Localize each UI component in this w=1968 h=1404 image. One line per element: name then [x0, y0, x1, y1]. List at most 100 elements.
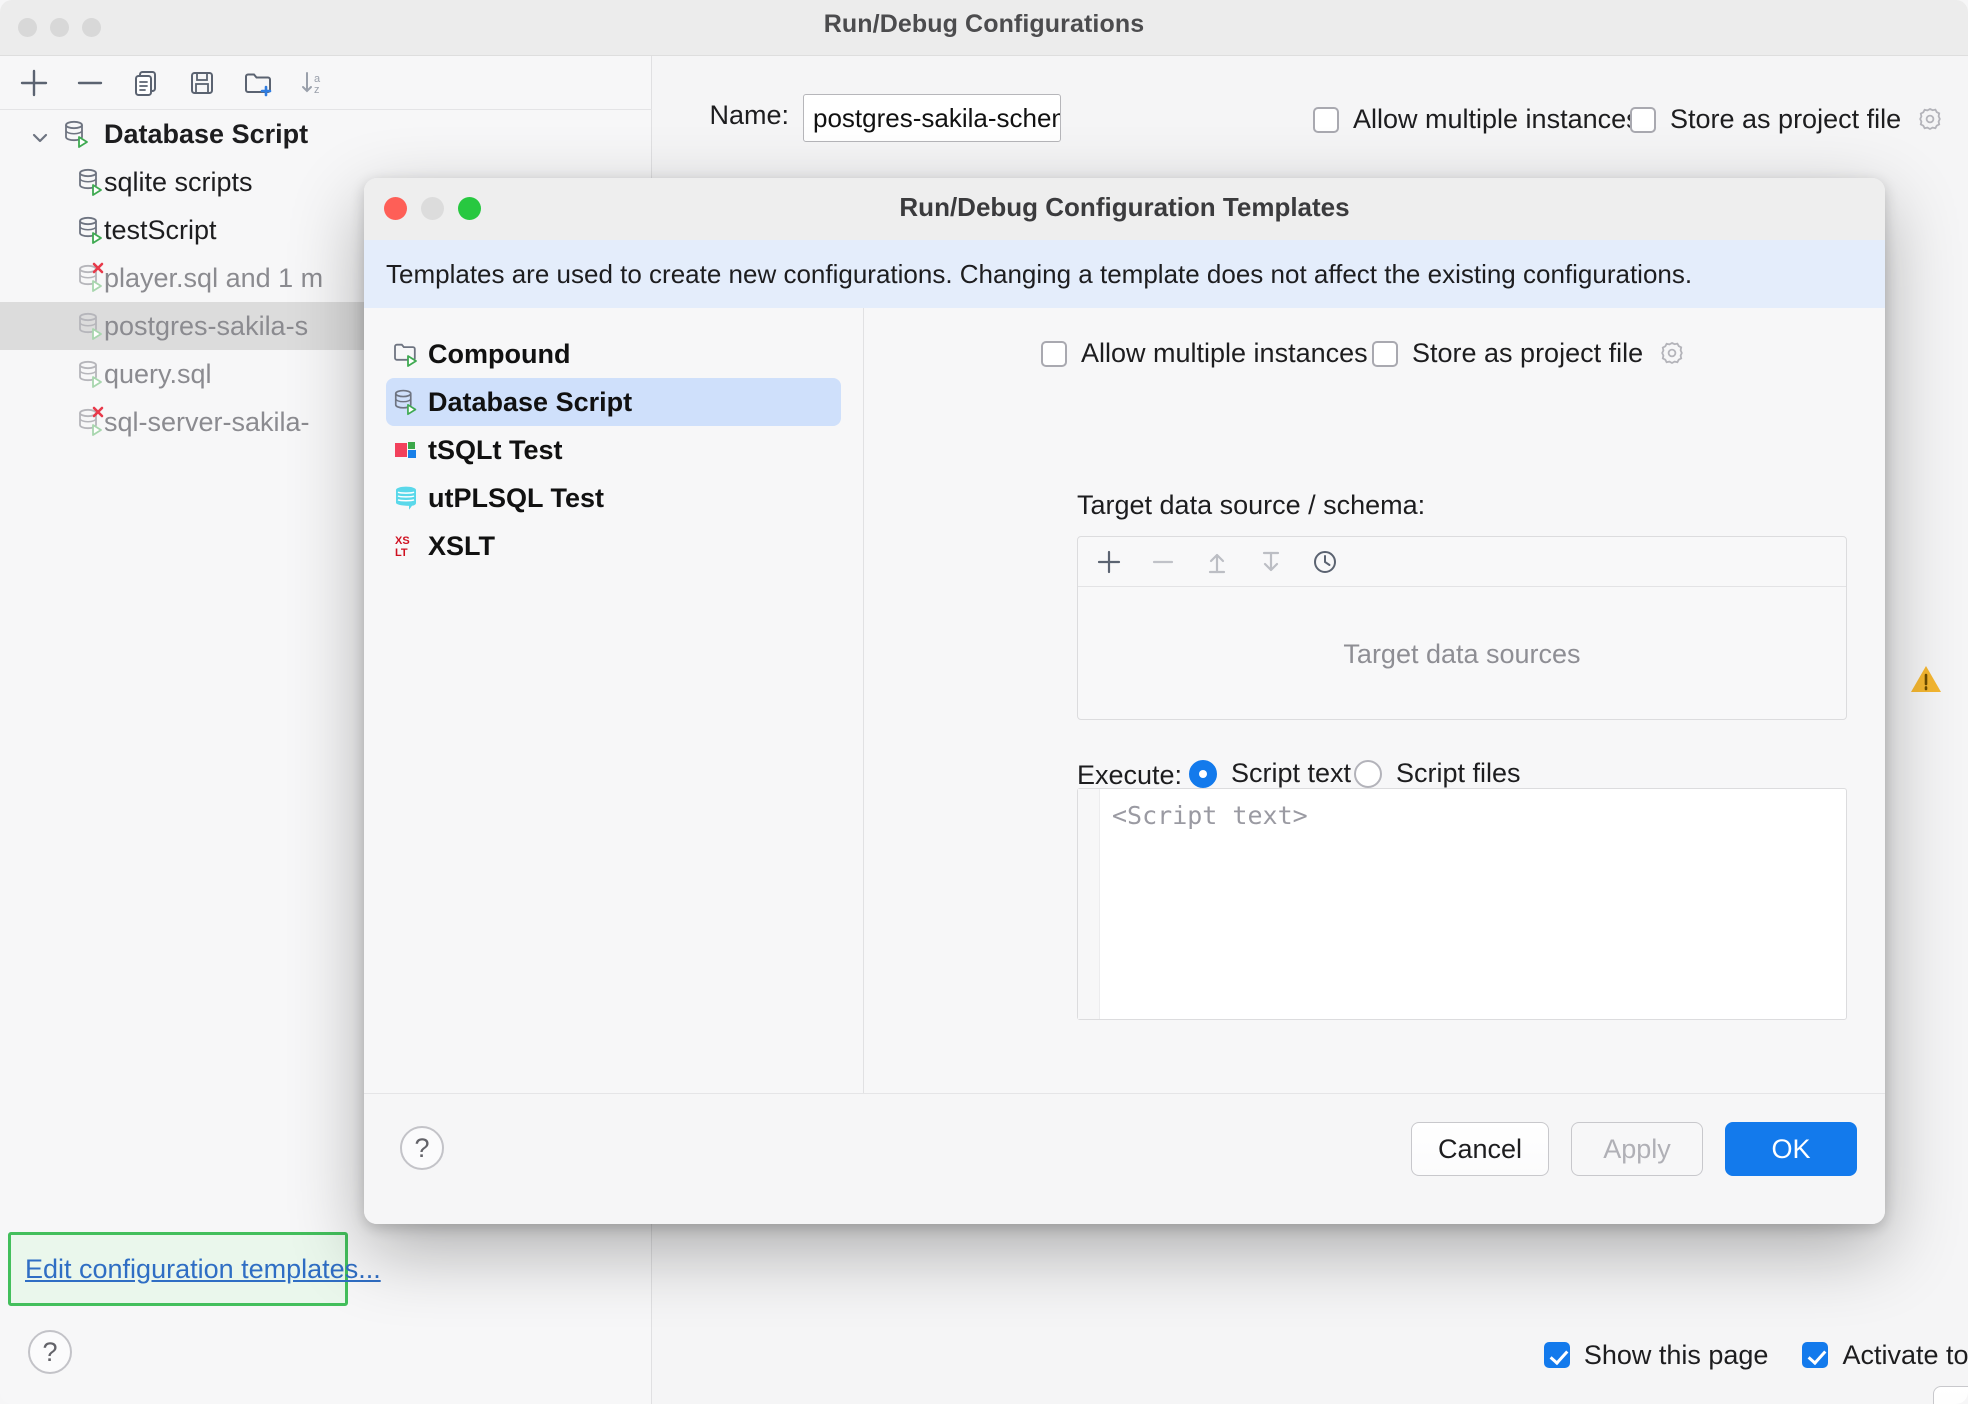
- cancel-button[interactable]: Cancel: [1410, 1122, 1549, 1176]
- data-sources-toolbar: [1078, 537, 1846, 587]
- execute-option-script-files[interactable]: Script files: [1354, 758, 1521, 789]
- tree-item-label: player.sql and 1 m: [104, 262, 324, 293]
- allow-multiple-instances-label: Allow multiple instances: [1081, 338, 1368, 368]
- radio-button[interactable]: [1354, 759, 1382, 788]
- template-item-label: tSQLt Test: [428, 434, 563, 465]
- template-item-compound[interactable]: Compound: [386, 330, 841, 378]
- svg-text:XS: XS: [395, 535, 410, 547]
- store-as-project-file-label: Store as project file: [1412, 338, 1644, 368]
- radio-button[interactable]: [1189, 759, 1217, 788]
- tree-item-label: sqlite scripts: [104, 166, 253, 197]
- checkbox-box[interactable]: [1630, 106, 1656, 133]
- editor-gutter: [1078, 789, 1100, 1019]
- add-configuration-button[interactable]: [8, 61, 60, 105]
- tree-toolbar: a z: [0, 56, 652, 110]
- checkbox-box[interactable]: [1313, 106, 1339, 133]
- name-input[interactable]: postgres-sakila-schema: [803, 94, 1061, 142]
- run-debug-configuration-templates-dialog: Run/Debug Configuration Templates Templa…: [364, 178, 1885, 1224]
- database-script-icon: [76, 358, 108, 390]
- template-item-utplsql-test[interactable]: utPLSQL Test: [386, 474, 841, 522]
- screen: Run/Debug Configurations a z Database Sc…: [0, 0, 1968, 1404]
- utplsql-database-icon: [392, 483, 422, 513]
- target-data-sources-box: Target data sources: [1077, 536, 1847, 720]
- tree-item-label: testScript: [104, 214, 217, 245]
- database-script-icon: [76, 310, 108, 342]
- main-bottom-checkbox-bar: Show this pageActivate tool windowFocus …: [1306, 1324, 1968, 1386]
- run-button[interactable]: Run: [1933, 1386, 1968, 1404]
- template-item-tsqlt-test[interactable]: tSQLt Test: [386, 426, 841, 474]
- gear-icon[interactable]: [1657, 339, 1687, 369]
- template-item-database-script[interactable]: Database Script: [386, 378, 841, 426]
- tree-item-label: postgres-sakila-s: [104, 310, 309, 341]
- allow-multiple-instances-label: Allow multiple instances: [1353, 104, 1640, 134]
- checkbox-label: Show this page: [1583, 1339, 1769, 1370]
- remove-configuration-button[interactable]: [64, 61, 116, 105]
- save-configuration-button[interactable]: [176, 61, 228, 105]
- dialog-title: Run/Debug Configuration Templates: [899, 192, 1350, 222]
- tree-item-label: sql-server-sakila-: [104, 406, 310, 437]
- dialog-button-bar: Cancel Apply OK: [1410, 1122, 1857, 1176]
- checkbox-box[interactable]: [1543, 1342, 1570, 1368]
- script-text-editor[interactable]: <Script text>: [1077, 788, 1847, 1020]
- target-data-sources-empty-text: Target data sources: [1343, 638, 1581, 669]
- main-titlebar: Run/Debug Configurations: [0, 0, 1968, 56]
- allow-multiple-instances-checkbox-dialog[interactable]: Allow multiple instances: [1041, 338, 1368, 369]
- add-data-source-button[interactable]: [1088, 541, 1130, 583]
- template-settings-pane: Allow multiple instances Store as projec…: [864, 308, 1885, 1093]
- dialog-titlebar: Run/Debug Configuration Templates: [364, 178, 1885, 240]
- database-script-icon: [392, 387, 422, 417]
- svg-text:LT: LT: [395, 547, 408, 559]
- edit-configuration-templates-highlight: Edit configuration templates...: [8, 1232, 381, 1306]
- execute-label: Execute:: [1077, 760, 1183, 790]
- execute-option-script-text[interactable]: Script text: [1189, 758, 1351, 789]
- store-as-project-file-checkbox-dialog[interactable]: Store as project file: [1372, 338, 1687, 369]
- execute-option-label: Script text: [1231, 758, 1352, 788]
- dialog-footer: ? Cancel Apply OK: [364, 1093, 1885, 1224]
- checkbox-box[interactable]: [1802, 1342, 1829, 1368]
- dialog-help-button[interactable]: ?: [400, 1126, 444, 1170]
- name-input-value: postgres-sakila-schema: [813, 102, 1061, 133]
- database-script-icon: [62, 118, 94, 150]
- template-item-label: XSLT: [428, 530, 495, 561]
- main-button-bar: RunApplyCancelOK: [1933, 1386, 1968, 1404]
- checkbox-box[interactable]: [1041, 340, 1067, 367]
- database-script-icon: [76, 262, 108, 294]
- ok-button[interactable]: OK: [1725, 1122, 1857, 1176]
- database-script-icon: [76, 214, 108, 246]
- tree-item-database-script[interactable]: Database Script: [0, 110, 652, 158]
- new-folder-button[interactable]: [232, 61, 284, 105]
- database-script-icon: [76, 406, 108, 438]
- recent-clock-button[interactable]: [1304, 541, 1346, 583]
- svg-text:z: z: [314, 84, 320, 96]
- checkbox-box[interactable]: [1372, 340, 1398, 367]
- tsqlt-squares-icon: [392, 435, 422, 465]
- allow-multiple-instances-checkbox-main[interactable]: Allow multiple instances: [1313, 104, 1640, 135]
- script-text-placeholder: <Script text>: [1112, 801, 1308, 830]
- checkbox-show-this-page[interactable]: Show this page: [1543, 1339, 1769, 1371]
- template-item-xslt[interactable]: XS LT XSLT: [386, 522, 841, 570]
- main-help-button[interactable]: ?: [28, 1330, 72, 1374]
- checkbox-label: Activate tool window: [1842, 1339, 1968, 1370]
- move-up-button[interactable]: [1196, 541, 1238, 583]
- edit-configuration-templates-link[interactable]: Edit configuration templates...: [25, 1254, 381, 1285]
- dialog-body: Compound Database Script tSQLt Test utPLSQL…: [364, 308, 1885, 1093]
- template-list[interactable]: Compound Database Script tSQLt Test utPLSQL…: [364, 308, 864, 1093]
- store-as-project-file-checkbox-main[interactable]: Store as project file: [1630, 104, 1945, 135]
- apply-button: Apply: [1571, 1122, 1703, 1176]
- warning-icon: [1911, 666, 1941, 692]
- store-as-project-file-label: Store as project file: [1670, 104, 1902, 134]
- target-data-source-label: Target data source / schema:: [1077, 490, 1426, 520]
- template-item-label: utPLSQL Test: [428, 482, 605, 513]
- dialog-info-banner: Templates are used to create new configu…: [364, 240, 1885, 308]
- database-script-icon: [76, 166, 108, 198]
- checkbox-activate-tool-window[interactable]: Activate tool window: [1802, 1340, 1968, 1371]
- move-down-button[interactable]: [1250, 541, 1292, 583]
- chevron-down-icon[interactable]: [30, 124, 50, 144]
- name-label: Name:: [709, 100, 789, 130]
- remove-data-source-button[interactable]: [1142, 541, 1184, 583]
- execute-option-label: Script files: [1396, 758, 1521, 788]
- gear-icon[interactable]: [1915, 105, 1945, 135]
- sort-alphabetical-button[interactable]: a z: [288, 61, 340, 105]
- copy-configuration-button[interactable]: [120, 61, 172, 105]
- template-item-label: Compound: [428, 338, 571, 369]
